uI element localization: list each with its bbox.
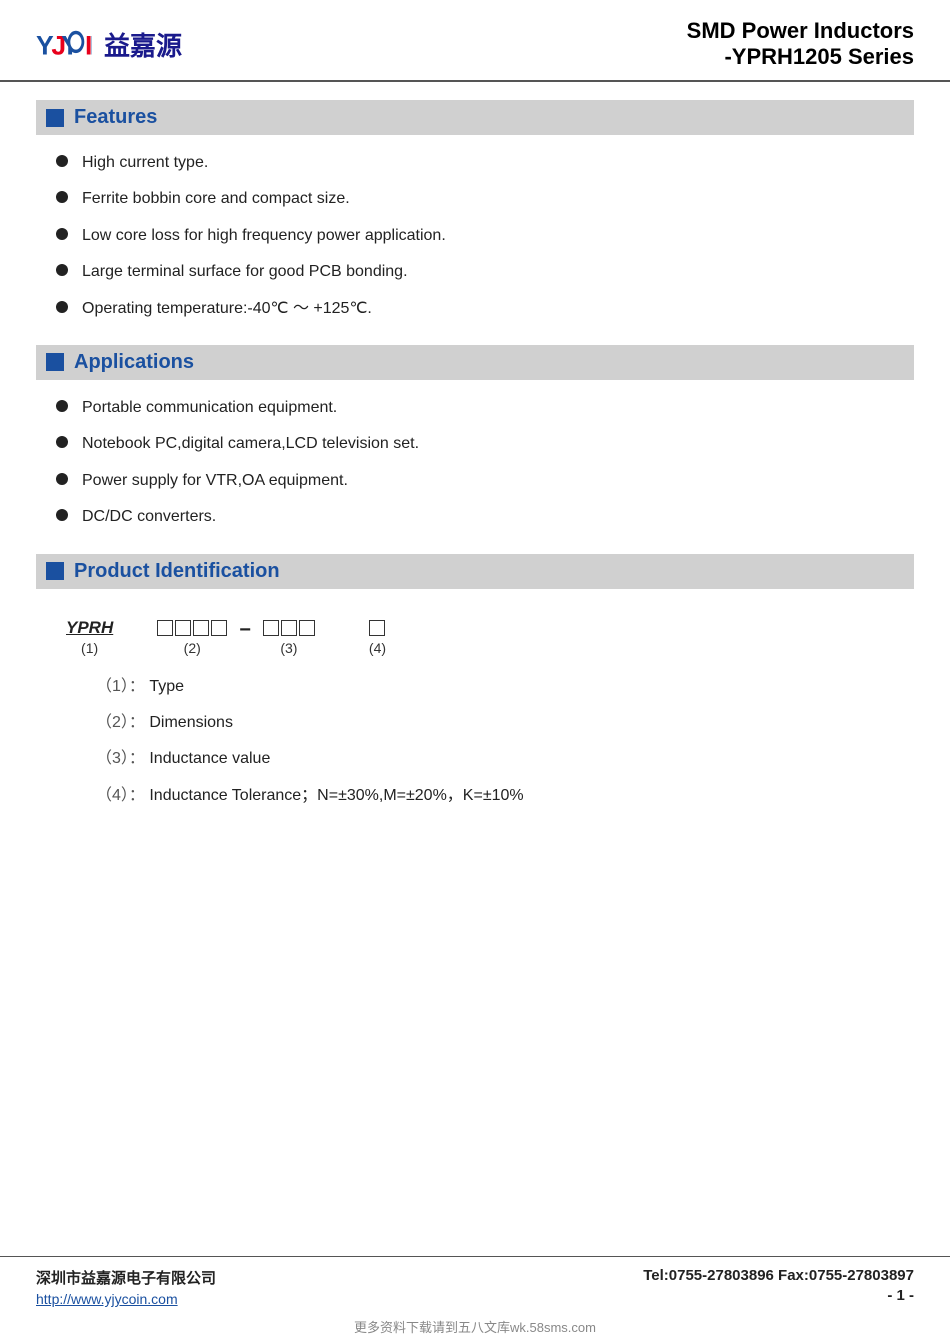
app-item-3: Power supply for VTR,OA equipment. <box>82 470 348 492</box>
pid-label-4: (4) <box>369 640 386 656</box>
features-list: High current type. Ferrite bobbin core a… <box>36 145 914 327</box>
list-item: Low core loss for high frequency power a… <box>36 218 914 254</box>
pid-label-3: (3) <box>280 640 297 656</box>
pid-boxes-2 <box>157 620 227 636</box>
pid-desc-3-text: Inductance value <box>149 750 270 767</box>
page-wrapper: Y J Y I N 益嘉源 SMD Power Inductors -YPRH1… <box>0 0 950 1344</box>
bullet-dot <box>56 473 68 485</box>
bullet-dot <box>56 264 68 276</box>
pid-desc-2-text: Dimensions <box>149 714 233 731</box>
list-item: Notebook PC,digital camera,LCD televisio… <box>36 426 914 462</box>
footer-right: Tel:0755-27803896 Fax:0755-27803897 - 1 … <box>643 1267 914 1304</box>
pid-box <box>175 620 191 636</box>
pid-label-1: (1) <box>81 640 98 656</box>
footer-company: 深圳市益嘉源电子有限公司 <box>36 1267 216 1288</box>
pid-box <box>281 620 297 636</box>
pid-dash: − <box>239 619 251 642</box>
pid-desc-4-num: （4）： <box>96 787 145 804</box>
logo-area: Y J Y I N 益嘉源 <box>36 22 182 66</box>
pid-boxes-3 <box>263 620 315 636</box>
app-item-2: Notebook PC,digital camera,LCD televisio… <box>82 433 419 455</box>
feature-item-2: Ferrite bobbin core and compact size. <box>82 188 350 210</box>
pid-box <box>193 620 209 636</box>
list-item: Large terminal surface for good PCB bond… <box>36 254 914 290</box>
pid-label-2: (2) <box>184 640 201 656</box>
pid-group-3: (3) <box>263 620 315 656</box>
pid-group-4: (4) <box>369 620 386 656</box>
pid-box <box>157 620 173 636</box>
pid-box <box>211 620 227 636</box>
bullet-dot <box>56 155 68 167</box>
feature-item-4: Large terminal surface for good PCB bond… <box>82 261 408 283</box>
app-item-1: Portable communication equipment. <box>82 397 337 419</box>
main-content: Features High current type. Ferrite bobb… <box>0 82 950 1044</box>
bullet-dot <box>56 228 68 240</box>
list-item: Portable communication equipment. <box>36 390 914 426</box>
pid-desc-3: （3）： Inductance value <box>96 748 884 770</box>
pid-group-1: YPRH (1) <box>66 619 113 656</box>
footer: 深圳市益嘉源电子有限公司 http://www.yjycoin.com Tel:… <box>0 1256 950 1313</box>
applications-section-icon <box>46 353 64 371</box>
header-title: SMD Power Inductors -YPRH1205 Series <box>687 18 914 70</box>
pid-desc-4-text: Inductance Tolerance；N=±30%,M=±20%，K=±10… <box>149 787 523 804</box>
pid-descriptions: （1）： Type （2）： Dimensions （3）： Inductanc… <box>66 676 884 808</box>
applications-section-header: Applications <box>36 345 914 380</box>
footer-left: 深圳市益嘉源电子有限公司 http://www.yjycoin.com <box>36 1267 216 1307</box>
logo-icon: Y J Y I N <box>36 22 92 66</box>
features-section-icon <box>46 109 64 127</box>
bullet-dot <box>56 400 68 412</box>
pid-box <box>369 620 385 636</box>
feature-item-1: High current type. <box>82 152 208 174</box>
spacer <box>0 1044 950 1256</box>
list-item: Ferrite bobbin core and compact size. <box>36 181 914 217</box>
pid-row: YPRH (1) (2) − <box>66 619 884 656</box>
title-line1: SMD Power Inductors <box>687 18 914 44</box>
features-section-title: Features <box>74 106 157 129</box>
applications-list: Portable communication equipment. Notebo… <box>36 390 914 536</box>
product-id-section-header: Product Identification <box>36 554 914 589</box>
title-line2: -YPRH1205 Series <box>687 44 914 70</box>
footer-page: - 1 - <box>887 1287 914 1304</box>
pid-desc-1-num: （1）： <box>96 678 145 695</box>
header: Y J Y I N 益嘉源 SMD Power Inductors -YPRH1… <box>0 0 950 82</box>
pid-box <box>263 620 279 636</box>
pid-box <box>299 620 315 636</box>
pid-desc-2: （2）： Dimensions <box>96 712 884 734</box>
pid-group-2: (2) <box>157 620 227 656</box>
pid-desc-3-num: （3）： <box>96 750 145 767</box>
applications-section-title: Applications <box>74 351 194 374</box>
bullet-dot <box>56 436 68 448</box>
footer-contact: Tel:0755-27803896 Fax:0755-27803897 <box>643 1267 914 1284</box>
pid-desc-1-text: Type <box>149 678 184 695</box>
feature-item-3: Low core loss for high frequency power a… <box>82 225 446 247</box>
app-item-4: DC/DC converters. <box>82 506 216 528</box>
pid-desc-4: （4）： Inductance Tolerance；N=±30%,M=±20%，… <box>96 785 884 807</box>
product-id-diagram: YPRH (1) (2) − <box>36 599 914 832</box>
list-item: DC/DC converters. <box>36 499 914 535</box>
logo-text-cn: 益嘉源 <box>104 26 182 63</box>
bullet-dot <box>56 191 68 203</box>
bullet-dot <box>56 301 68 313</box>
product-id-section-icon <box>46 562 64 580</box>
bullet-dot <box>56 509 68 521</box>
pid-boxes-4 <box>369 620 385 636</box>
list-item: Power supply for VTR,OA equipment. <box>36 463 914 499</box>
feature-item-5: Operating temperature:-40℃ ～ +125℃. <box>82 298 372 320</box>
list-item: High current type. <box>36 145 914 181</box>
pid-desc-2-num: （2）： <box>96 714 145 731</box>
footer-url[interactable]: http://www.yjycoin.com <box>36 1291 216 1307</box>
list-item: Operating temperature:-40℃ ～ +125℃. <box>36 291 914 327</box>
svg-text:N: N <box>90 31 92 61</box>
pid-code: YPRH <box>66 619 113 636</box>
features-section-header: Features <box>36 100 914 135</box>
product-id-section-title: Product Identification <box>74 560 280 583</box>
watermark: 更多资料下载请到五八文库wk.58sms.com <box>0 1313 950 1344</box>
pid-desc-1: （1）： Type <box>96 676 884 698</box>
